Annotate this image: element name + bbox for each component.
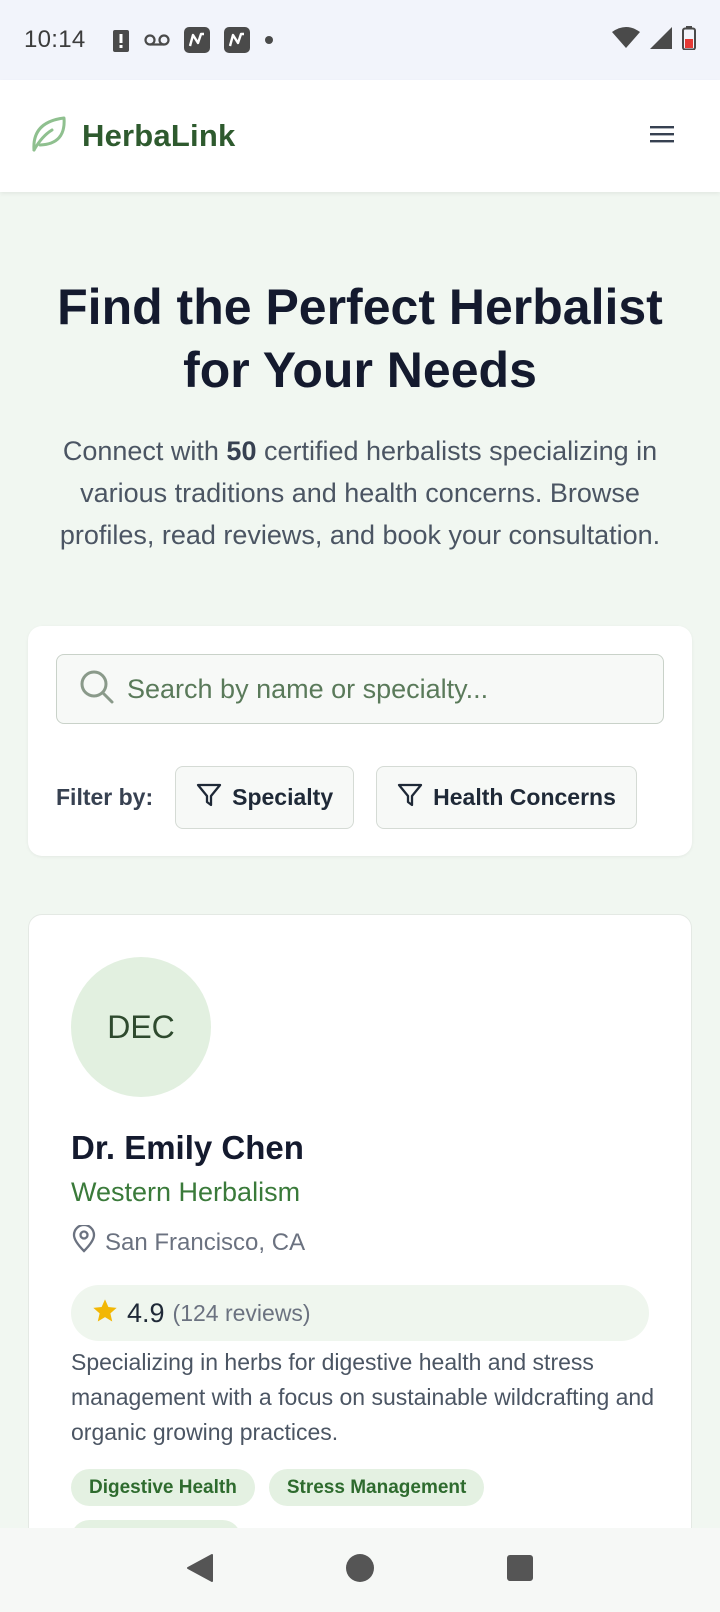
- filter-specialty-button[interactable]: Specialty: [175, 766, 355, 829]
- filter-icon: [397, 782, 423, 813]
- recents-square-icon: [507, 1554, 533, 1586]
- search-filter-card: Filter by: Specialty Health Concerns: [28, 626, 692, 856]
- hamburger-menu-icon: [650, 124, 674, 149]
- filter-label: Filter by:: [56, 784, 154, 810]
- filter-health-concerns-label: Health Concerns: [433, 784, 616, 810]
- app-notification-icon: [183, 27, 210, 53]
- dot-icon: [264, 35, 274, 45]
- hero-section: Find the Perfect Herbalist for Your Need…: [0, 192, 720, 556]
- app-header: HerbaLink: [0, 80, 720, 192]
- status-bar: 10:14: [0, 0, 720, 80]
- star-icon: [91, 1297, 119, 1330]
- location-pin-icon: [71, 1223, 97, 1260]
- brand-name: HerbaLink: [82, 118, 236, 153]
- search-icon: [79, 669, 115, 710]
- alert-icon: [112, 28, 130, 52]
- recents-button[interactable]: [490, 1540, 550, 1600]
- battery-icon: [682, 25, 696, 55]
- filter-health-concerns-button[interactable]: Health Concerns: [376, 766, 637, 829]
- hero-subtitle-prefix: Connect with: [62, 436, 227, 466]
- filter-specialty-label: Specialty: [232, 784, 334, 810]
- back-triangle-icon: [186, 1553, 214, 1588]
- search-box[interactable]: [56, 654, 664, 724]
- herbalist-specialty: Western Herbalism: [71, 1177, 301, 1207]
- app-notification-icon: [223, 27, 250, 53]
- review-count[interactable]: (124 reviews): [173, 1300, 311, 1327]
- filter-icon: [196, 782, 222, 813]
- herbalist-name[interactable]: Dr. Emily Chen: [71, 1129, 304, 1167]
- herbalist-card[interactable]: DEC Dr. Emily Chen Western Herbalism San…: [28, 914, 692, 1612]
- rating-summary: 4.9 (124 reviews): [71, 1285, 649, 1341]
- hero-title: Find the Perfect Herbalist for Your Need…: [57, 279, 663, 398]
- wifi-icon: [612, 26, 640, 54]
- voicemail-icon: [143, 33, 170, 47]
- hero-subtitle: Connect with 50 certified herbalists spe…: [36, 430, 684, 556]
- herbalist-location: San Francisco, CA: [71, 1223, 306, 1260]
- herbalist-description: Specializing in herbs for digestive heal…: [71, 1349, 655, 1445]
- filter-row: Filter by: Specialty Health Concerns: [56, 766, 659, 829]
- system-navigation-bar: [0, 1528, 720, 1612]
- home-circle-icon: [345, 1553, 375, 1588]
- rating-value: 4.9: [127, 1297, 165, 1328]
- tag: Stress Management: [268, 1469, 485, 1506]
- signal-icon: [650, 26, 672, 54]
- search-input[interactable]: [127, 673, 647, 705]
- status-time: 10:14: [24, 26, 86, 53]
- tag: Digestive Health: [71, 1469, 255, 1506]
- home-button[interactable]: [330, 1540, 390, 1600]
- herbalist-count: 50: [226, 436, 257, 466]
- location-text: San Francisco, CA: [105, 1228, 306, 1256]
- leaf-icon: [28, 114, 68, 159]
- menu-button[interactable]: [642, 116, 682, 156]
- brand-logo-link[interactable]: HerbaLink: [28, 114, 235, 159]
- back-button[interactable]: [170, 1540, 230, 1600]
- avatar: DEC: [71, 957, 211, 1097]
